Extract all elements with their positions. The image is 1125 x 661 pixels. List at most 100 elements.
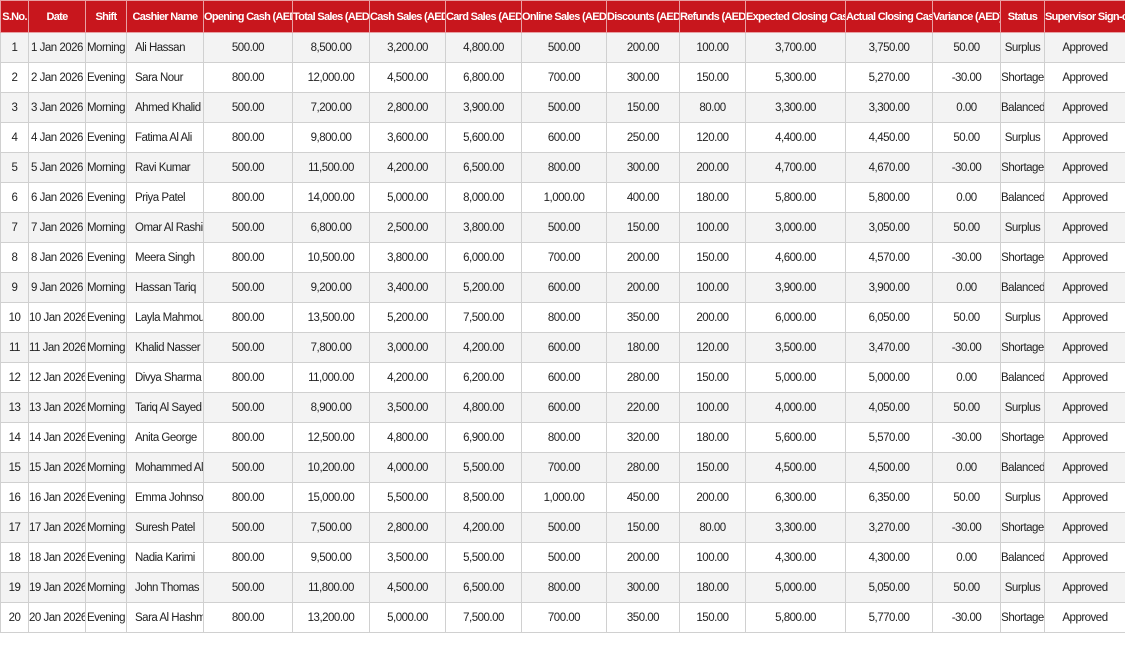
cell-status: Surplus bbox=[1000, 302, 1045, 333]
table-row: 77 Jan 2026 Morning Omar Al Rashid 500.00 6,… bbox=[0, 212, 1125, 243]
cell-refunds: 80.00 bbox=[679, 92, 746, 123]
cell-refunds: 100.00 bbox=[679, 32, 746, 63]
table-row: 12 12 Jan 2026 Evening Divya Sharma 800.00 11… bbox=[0, 362, 1125, 393]
cell-status: Shortage bbox=[1000, 512, 1045, 543]
cell-status: Surplus bbox=[1000, 392, 1045, 423]
cell-variance: -30.00 bbox=[932, 422, 1001, 453]
cell-online-sales: 1,000.00 bbox=[521, 182, 607, 213]
cell-opening-cash: 500.00 bbox=[203, 272, 293, 303]
cell-sno: 1 bbox=[0, 32, 29, 63]
cell-opening-cash: 800.00 bbox=[203, 602, 293, 633]
cell-actual-closing-cash: 5,800.00 bbox=[845, 182, 933, 213]
cell-total-sales: 7,200.00 bbox=[292, 92, 370, 123]
header-supervisor-signoff: Supervisor Sign-off bbox=[1044, 0, 1125, 33]
cell-actual-closing-cash: 4,300.00 bbox=[845, 542, 933, 573]
header-sno: S.No. bbox=[0, 0, 29, 33]
table-row: 20 20 Jan 2026 Evening Sara Al Hashmi 800.00… bbox=[0, 602, 1125, 633]
cell-refunds: 180.00 bbox=[679, 422, 746, 453]
cell-opening-cash: 500.00 bbox=[203, 92, 293, 123]
cell-variance: 50.00 bbox=[932, 302, 1001, 333]
cell-discounts: 200.00 bbox=[606, 272, 680, 303]
cell-total-sales: 8,500.00 bbox=[292, 32, 370, 63]
table-row: 13 13 Jan 2026 Morning Tariq Al Sayed 500.00… bbox=[0, 392, 1125, 423]
cell-online-sales: 500.00 bbox=[521, 212, 607, 243]
cell-supervisor-signoff: Approved bbox=[1044, 272, 1125, 303]
table-body: 11 Jan 2026 Morning Ali Hassan 500.00 8,500.… bbox=[0, 32, 1125, 633]
cell-total-sales: 13,200.00 bbox=[292, 602, 370, 633]
cell-cashier-name: Ravi Kumar bbox=[126, 152, 204, 183]
cell-online-sales: 1,000.00 bbox=[521, 482, 607, 513]
cell-cashier-name: Ali Hassan bbox=[126, 32, 204, 63]
cell-actual-closing-cash: 6,350.00 bbox=[845, 482, 933, 513]
cell-card-sales: 6,500.00 bbox=[445, 572, 522, 603]
header-online-sales: Online Sales (AED) bbox=[521, 0, 607, 33]
cell-variance: -30.00 bbox=[932, 62, 1001, 93]
cell-date: 19 Jan 2026 bbox=[28, 572, 86, 603]
table-row: 99 Jan 2026 Morning Hassan Tariq 500.00 9,20… bbox=[0, 272, 1125, 303]
cell-total-sales: 9,200.00 bbox=[292, 272, 370, 303]
cell-shift: Morning bbox=[85, 152, 127, 183]
cell-shift: Evening bbox=[85, 362, 127, 393]
cell-shift: Morning bbox=[85, 512, 127, 543]
cell-variance: 50.00 bbox=[932, 212, 1001, 243]
cell-card-sales: 7,500.00 bbox=[445, 602, 522, 633]
cell-shift: Evening bbox=[85, 62, 127, 93]
cell-shift: Evening bbox=[85, 422, 127, 453]
cell-status: Shortage bbox=[1000, 332, 1045, 363]
cell-opening-cash: 800.00 bbox=[203, 302, 293, 333]
cell-cash-sales: 3,000.00 bbox=[369, 332, 446, 363]
cell-supervisor-signoff: Approved bbox=[1044, 452, 1125, 483]
cell-online-sales: 700.00 bbox=[521, 452, 607, 483]
cell-discounts: 350.00 bbox=[606, 302, 680, 333]
cell-variance: -30.00 bbox=[932, 602, 1001, 633]
table-row: 14 14 Jan 2026 Evening Anita George 800.00 12… bbox=[0, 422, 1125, 453]
cell-opening-cash: 800.00 bbox=[203, 182, 293, 213]
cell-total-sales: 9,500.00 bbox=[292, 542, 370, 573]
cell-opening-cash: 800.00 bbox=[203, 122, 293, 153]
cell-refunds: 150.00 bbox=[679, 452, 746, 483]
cell-cash-sales: 5,000.00 bbox=[369, 182, 446, 213]
cell-card-sales: 6,200.00 bbox=[445, 362, 522, 393]
cell-refunds: 150.00 bbox=[679, 62, 746, 93]
cell-total-sales: 10,200.00 bbox=[292, 452, 370, 483]
cell-opening-cash: 500.00 bbox=[203, 152, 293, 183]
cell-supervisor-signoff: Approved bbox=[1044, 32, 1125, 63]
cell-sno: 5 bbox=[0, 152, 29, 183]
cell-expected-closing-cash: 5,000.00 bbox=[745, 362, 846, 393]
cell-cashier-name: Fatima Al Ali bbox=[126, 122, 204, 153]
cell-cash-sales: 2,500.00 bbox=[369, 212, 446, 243]
cell-status: Balanced bbox=[1000, 92, 1045, 123]
cell-total-sales: 7,500.00 bbox=[292, 512, 370, 543]
cell-date: 16 Jan 2026 bbox=[28, 482, 86, 513]
cell-supervisor-signoff: Approved bbox=[1044, 302, 1125, 333]
cell-cash-sales: 5,000.00 bbox=[369, 602, 446, 633]
cell-discounts: 220.00 bbox=[606, 392, 680, 423]
cell-shift: Morning bbox=[85, 452, 127, 483]
cell-variance: 0.00 bbox=[932, 92, 1001, 123]
cell-variance: -30.00 bbox=[932, 512, 1001, 543]
cell-card-sales: 6,500.00 bbox=[445, 152, 522, 183]
cell-date: 13 Jan 2026 bbox=[28, 392, 86, 423]
cell-actual-closing-cash: 3,470.00 bbox=[845, 332, 933, 363]
cell-online-sales: 800.00 bbox=[521, 302, 607, 333]
cell-total-sales: 7,800.00 bbox=[292, 332, 370, 363]
cell-card-sales: 6,800.00 bbox=[445, 62, 522, 93]
cell-total-sales: 6,800.00 bbox=[292, 212, 370, 243]
cell-supervisor-signoff: Approved bbox=[1044, 152, 1125, 183]
cell-discounts: 400.00 bbox=[606, 182, 680, 213]
cell-actual-closing-cash: 3,900.00 bbox=[845, 272, 933, 303]
cell-online-sales: 700.00 bbox=[521, 602, 607, 633]
cell-status: Surplus bbox=[1000, 122, 1045, 153]
cell-refunds: 100.00 bbox=[679, 212, 746, 243]
cell-date: 18 Jan 2026 bbox=[28, 542, 86, 573]
cell-cash-sales: 4,200.00 bbox=[369, 152, 446, 183]
cell-online-sales: 600.00 bbox=[521, 122, 607, 153]
table-row: 33 Jan 2026 Morning Ahmed Khalid 500.00 7,20… bbox=[0, 92, 1125, 123]
cell-expected-closing-cash: 5,600.00 bbox=[745, 422, 846, 453]
table-row: 55 Jan 2026 Morning Ravi Kumar 500.00 11,500… bbox=[0, 152, 1125, 183]
cell-sno: 9 bbox=[0, 272, 29, 303]
cell-online-sales: 800.00 bbox=[521, 152, 607, 183]
cell-status: Shortage bbox=[1000, 152, 1045, 183]
cell-actual-closing-cash: 3,270.00 bbox=[845, 512, 933, 543]
cell-total-sales: 15,000.00 bbox=[292, 482, 370, 513]
